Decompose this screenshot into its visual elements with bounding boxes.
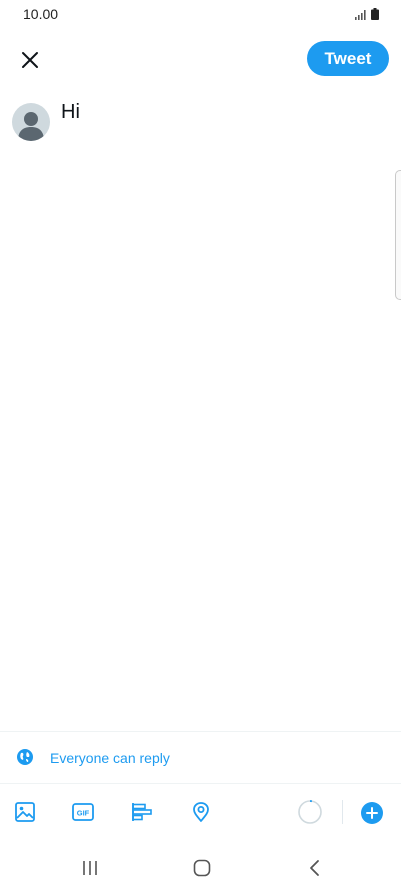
- compose-toolbar: GIF: [0, 783, 401, 841]
- svg-text:GIF: GIF: [77, 809, 90, 818]
- reply-setting-row[interactable]: Everyone can reply: [0, 731, 401, 784]
- close-button[interactable]: [14, 44, 46, 76]
- location-icon: [193, 802, 209, 822]
- avatar: [12, 103, 50, 141]
- globe-icon: [17, 749, 33, 765]
- tweet-button[interactable]: Tweet: [307, 41, 389, 76]
- character-count-ring: [298, 800, 322, 824]
- back-button[interactable]: [300, 856, 330, 880]
- status-icons: [355, 8, 379, 20]
- back-icon: [310, 860, 319, 876]
- gif-button[interactable]: GIF: [71, 800, 95, 824]
- home-icon: [193, 859, 211, 877]
- default-avatar-icon: [18, 112, 44, 141]
- signal-icon: [355, 10, 366, 20]
- home-button[interactable]: [187, 856, 217, 880]
- reply-setting-label: Everyone can reply: [50, 750, 170, 766]
- poll-icon: [132, 803, 152, 821]
- location-button[interactable]: [189, 800, 213, 824]
- gif-icon: GIF: [72, 803, 94, 821]
- recent-apps-icon: [83, 861, 97, 875]
- battery-icon: [371, 8, 379, 20]
- edge-panel-handle[interactable]: [395, 170, 401, 300]
- image-icon: [15, 802, 35, 822]
- poll-button[interactable]: [130, 800, 154, 824]
- close-icon: [22, 52, 38, 68]
- recent-apps-button[interactable]: [75, 856, 105, 880]
- status-bar: 10.00: [0, 0, 401, 30]
- compose-textarea[interactable]: Hi: [61, 101, 80, 124]
- add-thread-button[interactable]: [361, 802, 383, 824]
- compose-header: Tweet: [0, 38, 401, 82]
- image-button[interactable]: [13, 800, 37, 824]
- plus-icon: [366, 807, 378, 819]
- status-time: 10.00: [23, 6, 59, 22]
- system-nav-bar: [0, 846, 401, 892]
- toolbar-divider: [342, 800, 343, 824]
